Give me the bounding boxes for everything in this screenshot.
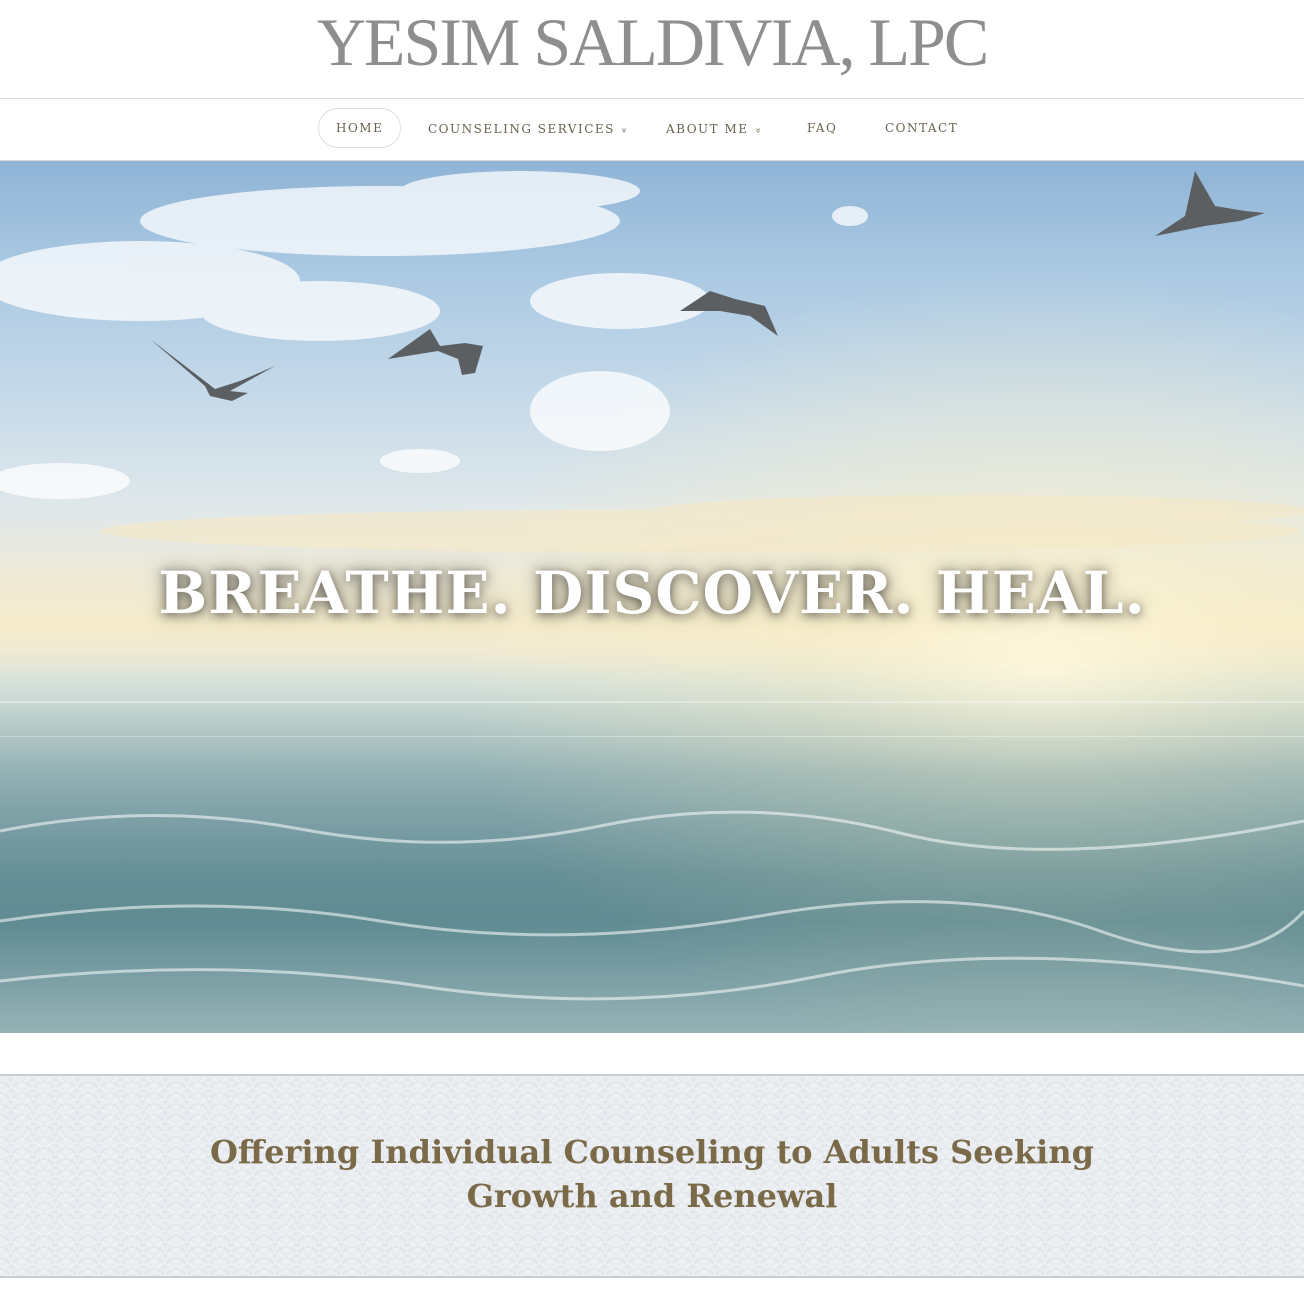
main-navigation: HOME COUNSELING SERVICES» ABOUT ME» FAQ … [0, 99, 1304, 161]
site-title-link[interactable]: YESIM SALDIVIA, LPC [0, 2, 1304, 82]
chevron-down-icon: » [751, 127, 763, 135]
nav-item-counseling-services-label: COUNSELING SERVICES [428, 122, 615, 136]
nav-item-about-me-label: ABOUT ME [666, 122, 749, 136]
hero-headline: BREATHE. DISCOVER. HEAL. [158, 559, 1146, 627]
tagline-band: Offering Individual Counseling to Adults… [0, 1074, 1304, 1278]
nav-item-contact-label: CONTACT [885, 121, 959, 135]
tagline-heading: Offering Individual Counseling to Adults… [210, 1133, 1094, 1215]
nav-item-faq-label: FAQ [807, 121, 838, 135]
nav-item-home-label: HOME [336, 121, 384, 135]
nav-item-home[interactable]: HOME [318, 108, 402, 148]
chevron-down-icon: » [617, 127, 629, 135]
hero-banner: BREATHE. DISCOVER. HEAL. [0, 161, 1304, 1033]
nav-item-contact[interactable]: CONTACT [885, 120, 958, 136]
page: YESIM SALDIVIA, LPC HOME COUNSELING SERV… [0, 0, 1304, 1314]
nav-item-faq[interactable]: FAQ [807, 120, 837, 136]
site-header: YESIM SALDIVIA, LPC [0, 0, 1304, 99]
nav-item-about-me[interactable]: ABOUT ME» [666, 121, 762, 139]
nav-item-counseling-services[interactable]: COUNSELING SERVICES» [428, 121, 629, 139]
